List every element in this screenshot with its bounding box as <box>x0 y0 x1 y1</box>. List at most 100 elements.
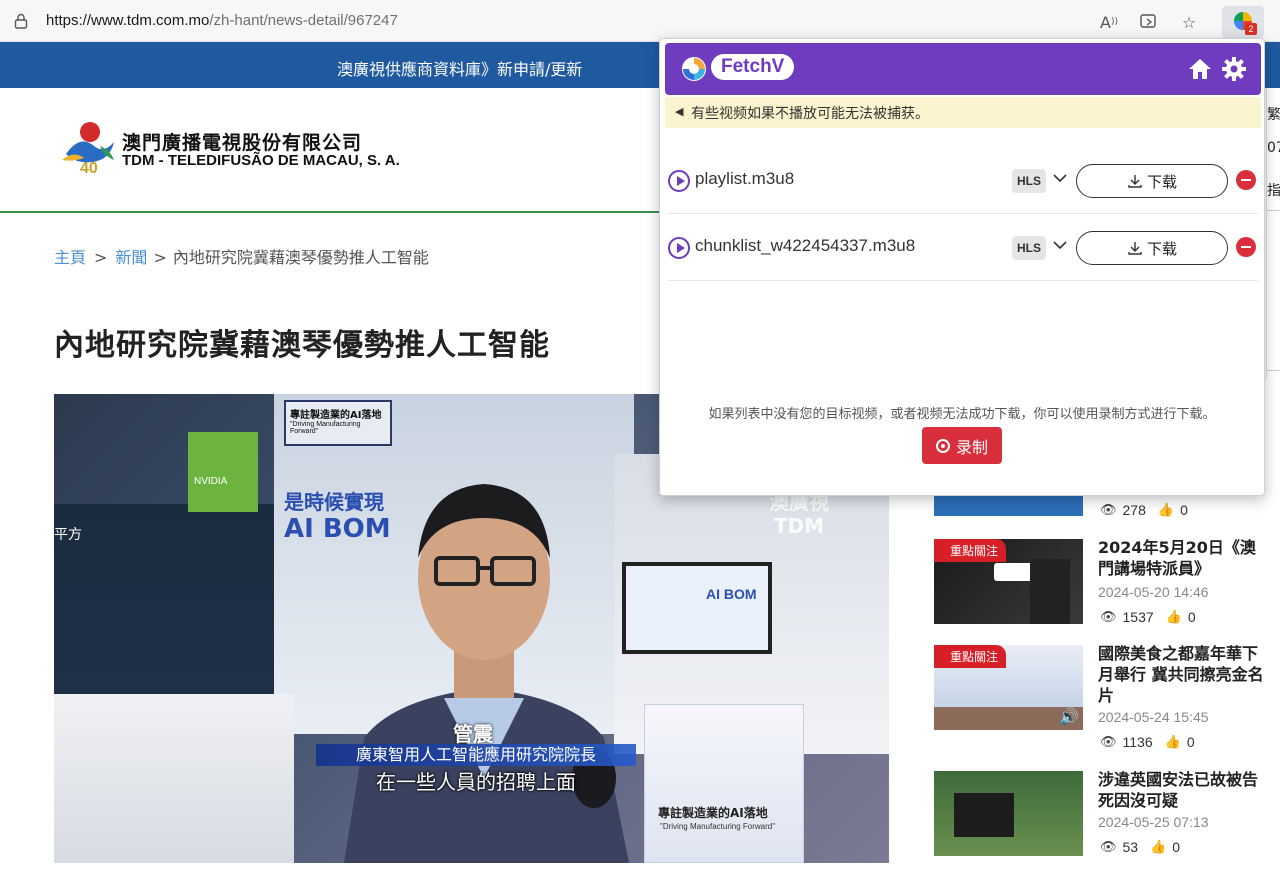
news-views: 53 <box>1122 839 1139 855</box>
home-icon[interactable] <box>1187 57 1213 81</box>
fetchv-logo-icon <box>682 57 706 81</box>
news-date: 2024-05-20 14:46 <box>1098 584 1209 600</box>
record-button[interactable]: 录制 <box>922 427 1002 464</box>
logo-chinese-name: 澳門廣播電視股份有限公司 <box>122 132 363 154</box>
video-speaker-figure <box>344 484 629 863</box>
thumb-graphic <box>1030 559 1070 624</box>
video-podium-en: "Driving Manufacturing Forward" <box>660 822 776 831</box>
news-stats: 👁 1136 👍 0 <box>1100 734 1195 750</box>
video-scene-screen <box>622 562 772 654</box>
news-views: 278 <box>1122 502 1146 518</box>
chevron-down-icon[interactable] <box>1050 235 1070 255</box>
lock-icon[interactable] <box>14 13 28 29</box>
download-icon <box>1128 242 1142 255</box>
news-title[interactable]: 涉違英國安法已故被告死因沒可疑 <box>1098 769 1270 811</box>
thumb-graphic <box>954 793 1014 837</box>
clipped-text: 指 <box>1267 183 1280 199</box>
speaker-icon: ◀ <box>675 105 684 118</box>
url-field[interactable]: https://www.tdm.com.mo/zh-hant/news-deta… <box>46 12 398 29</box>
video-watermark-en: TDM <box>773 514 825 538</box>
video-screen-text: AI BOM <box>706 586 757 602</box>
download-button[interactable]: 下载 <box>1076 231 1228 265</box>
breadcrumb: 主頁 > 新聞 > 內地研究院冀藉澳琴優勢推人工智能 <box>54 244 429 268</box>
like-thumb-icon: 👍 <box>1157 502 1175 517</box>
views-eye-icon: 👁 <box>1100 502 1117 517</box>
like-thumb-icon: 👍 <box>1165 609 1182 624</box>
news-thumbnail[interactable]: 重點關注 <box>934 539 1083 624</box>
video-scene-desk <box>54 694 294 863</box>
favorite-star-icon[interactable]: ☆ <box>1178 11 1200 33</box>
fetchv-header: FetchV <box>665 43 1261 95</box>
site-logo[interactable]: 40 澳門廣播電視股份有限公司 TDM - TELEDIFUSÃO DE MAC… <box>56 118 416 178</box>
news-date: 2024-05-24 15:45 <box>1098 709 1209 725</box>
top-banner-link[interactable]: 澳廣視供應商資料庫》新申請/更新 <box>337 56 582 80</box>
news-title[interactable]: 國際美食之都嘉年華下月舉行 冀共同擦亮金名片 <box>1098 643 1270 706</box>
video-nvidia-text: NVIDIA <box>194 476 228 487</box>
page-title: 內地研究院冀藉澳琴優勢推人工智能 <box>54 328 550 363</box>
app-available-icon[interactable] <box>1138 11 1160 33</box>
fetchv-popup: FetchV ◀ 有些视频如果不播放可能无法被捕获。 playlist.m3u8… <box>659 38 1265 496</box>
views-eye-icon: 👁 <box>1100 609 1117 624</box>
chevron-down-icon[interactable] <box>1050 168 1070 188</box>
news-likes: 0 <box>1172 839 1181 855</box>
views-eye-icon: 👁 <box>1100 734 1117 749</box>
url-path: /zh-hant/news-detail/967247 <box>209 12 398 29</box>
breadcrumb-news[interactable]: 新聞 <box>115 248 147 267</box>
video-podium-cn: 專註製造業的AI落地 <box>658 806 768 820</box>
browser-address-bar: https://www.tdm.com.mo/zh-hant/news-deta… <box>0 0 1280 42</box>
gear-icon[interactable] <box>1221 56 1247 82</box>
format-badge: HLS <box>1012 236 1046 260</box>
like-thumb-icon: 👍 <box>1150 839 1167 854</box>
news-likes: 0 <box>1187 609 1196 625</box>
news-thumbnail[interactable]: 重點關注 🔊 <box>934 645 1083 730</box>
format-badge: HLS <box>1012 169 1046 193</box>
breadcrumb-current: 內地研究院冀藉澳琴優勢推人工智能 <box>172 248 429 267</box>
play-icon[interactable] <box>668 237 690 259</box>
record-hint-text: 如果列表中没有您的目标视频，或者视频无法成功下载，你可以使用录制方式进行下载。 <box>708 407 1216 422</box>
logo-year: 40 <box>80 160 98 176</box>
video-filename: chunklist_w422454337.m3u8 <box>695 236 916 255</box>
news-title[interactable]: 2024年5月20日《澳門講場特派員》 <box>1098 537 1270 579</box>
news-likes: 0 <box>1180 502 1188 518</box>
download-icon <box>1128 175 1142 188</box>
clipped-divider <box>1266 210 1280 211</box>
video-subtitle: 在一些人員的招聘上面 <box>376 770 576 794</box>
video-sign-cn: 專註製造業的AI落地 <box>290 410 382 421</box>
video-list-item: chunklist_w422454337.m3u8 HLS 下载 <box>668 215 1258 281</box>
breadcrumb-separator: > <box>153 248 167 267</box>
news-stats: 👁 53 👍 0 <box>1100 839 1180 855</box>
clipped-right-panel <box>1266 88 1280 378</box>
record-icon <box>935 438 950 453</box>
video-scene-nvidia-sign <box>188 432 258 512</box>
clipped-text: 07 <box>1267 140 1280 156</box>
fetchv-extension-button[interactable]: 2 <box>1222 6 1264 38</box>
views-eye-icon: 👁 <box>1100 839 1117 854</box>
video-caption-name: 管震 <box>453 722 493 746</box>
download-label: 下载 <box>1146 172 1177 191</box>
video-filename: playlist.m3u8 <box>695 169 795 188</box>
download-button[interactable]: 下载 <box>1076 164 1228 198</box>
header-divider <box>0 211 660 213</box>
news-thumbnail[interactable] <box>934 771 1083 856</box>
fetchv-brand: FetchV <box>711 54 795 80</box>
remove-icon[interactable] <box>1236 237 1256 257</box>
news-stats: 👁 278 👍 0 <box>1100 502 1188 518</box>
breadcrumb-home[interactable]: 主頁 <box>54 248 86 267</box>
read-aloud-icon[interactable]: A)) <box>1098 11 1120 33</box>
logo-english-name: TDM - TELEDIFUSÃO DE MACAU, S. A. <box>122 152 400 169</box>
breadcrumb-separator: > <box>94 248 108 267</box>
download-label: 下载 <box>1146 239 1177 258</box>
news-views: 1537 <box>1122 609 1154 625</box>
remove-icon[interactable] <box>1236 170 1256 190</box>
clipped-divider <box>1266 370 1280 371</box>
fetchv-notice: ◀ 有些视频如果不播放可能无法被捕获。 <box>665 97 1261 128</box>
news-stats: 👁 1537 👍 0 <box>1100 609 1196 625</box>
video-sign: 專註製造業的AI落地 "Driving Manufacturing Forwar… <box>284 400 392 446</box>
extension-badge: 2 <box>1245 23 1257 35</box>
video-scene-podium <box>644 704 804 863</box>
speaker-icon: 🔊 <box>1059 707 1079 726</box>
tdm-logo-icon: 40 <box>62 122 114 176</box>
play-icon[interactable] <box>668 170 690 192</box>
video-list-item: playlist.m3u8 HLS 下载 <box>668 148 1258 214</box>
like-thumb-icon: 👍 <box>1164 734 1181 749</box>
